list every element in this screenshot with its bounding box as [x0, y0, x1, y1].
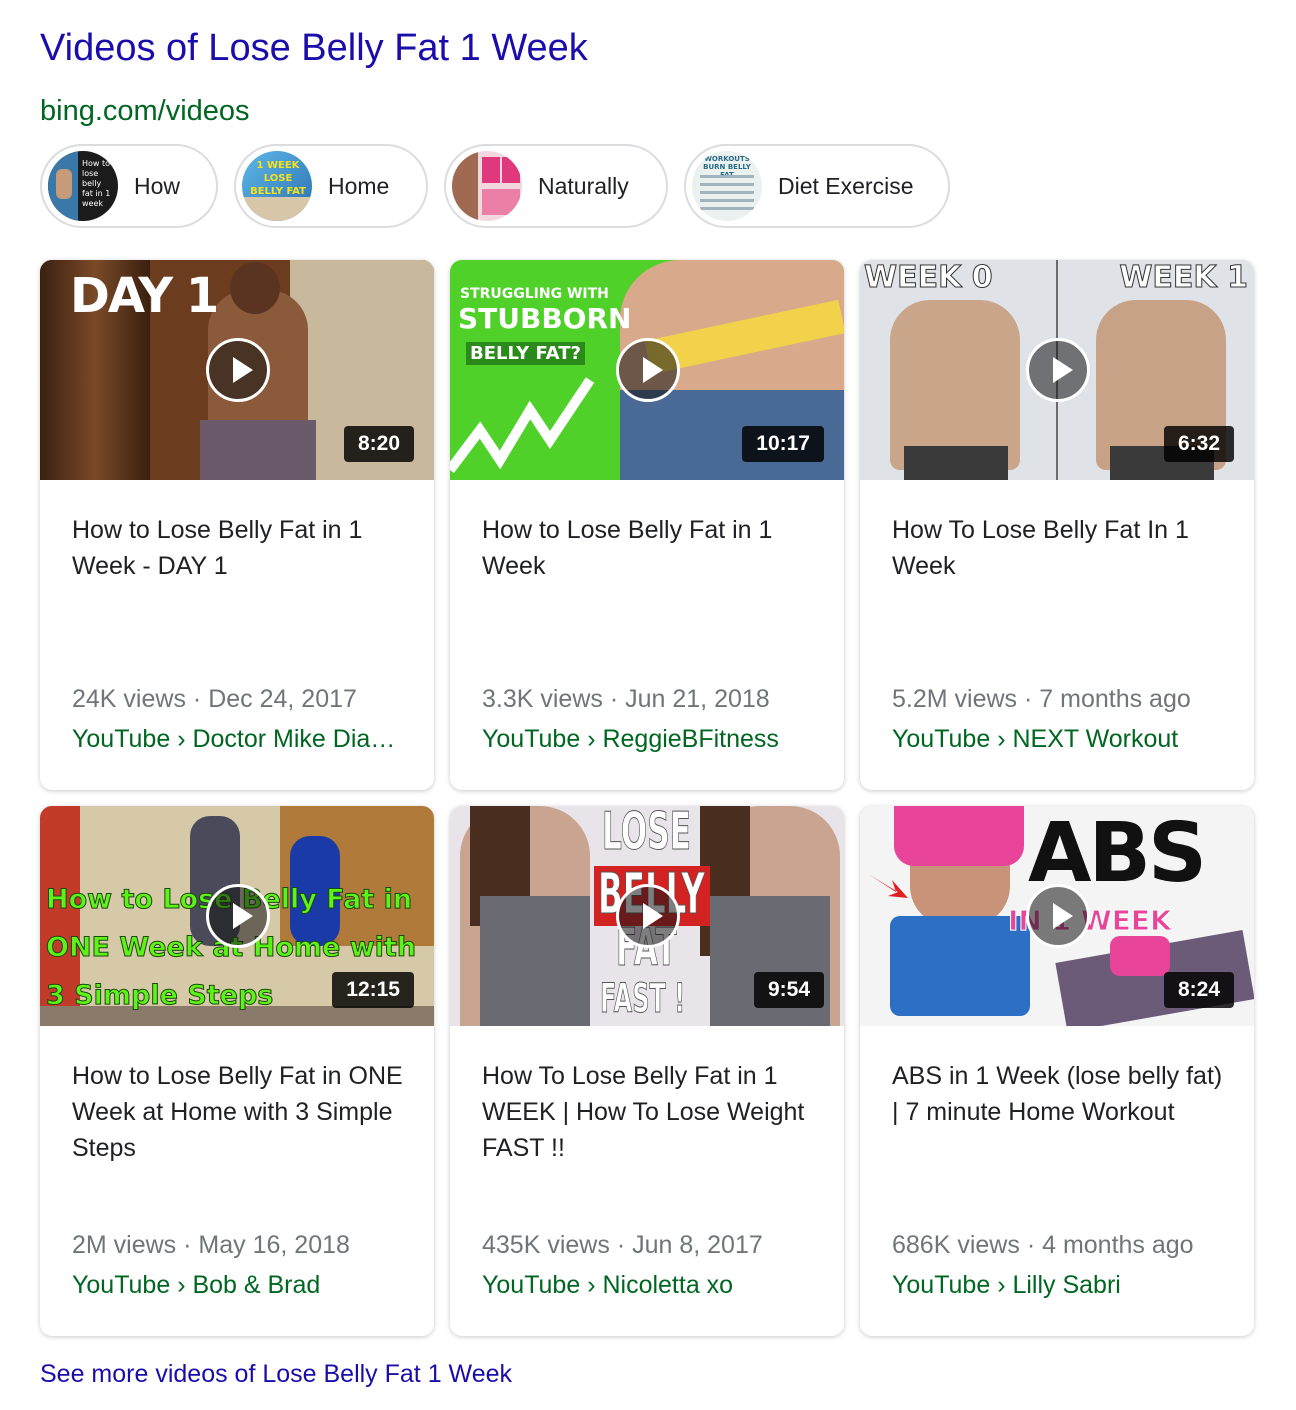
- play-icon: [206, 884, 270, 948]
- video-title: How To Lose Belly Fat in 1 WEEK | How To…: [482, 1062, 805, 1162]
- meta-separator: ·: [609, 685, 619, 713]
- thumb-overlay-text: 3 Simple Steps: [45, 980, 274, 1012]
- play-icon: [206, 338, 270, 402]
- thumb-overlay-text: DAY 1: [70, 268, 219, 324]
- video-meta: 24K views · Dec 24, 2017: [72, 684, 357, 714]
- video-channel: YouTube › Doctor Mike Dia…: [72, 725, 396, 753]
- upload-date: 7 months ago: [1039, 685, 1191, 713]
- video-duration: 8:20: [343, 426, 414, 462]
- video-channel: YouTube › Nicoletta xo: [482, 1271, 734, 1299]
- video-title: How To Lose Belly Fat In 1 Week: [892, 516, 1189, 580]
- chip-how[interactable]: How to lose belly fat in 1 week How: [40, 144, 218, 228]
- video-thumbnail[interactable]: STRUGGLING WITH STUBBORN BELLY FAT? 10:1…: [450, 260, 844, 480]
- chip-naturally-thumbnail: [452, 151, 522, 221]
- chip-diet-exercise-thumbnail: WORKOUTS BURN BELLY FAT: [692, 151, 762, 221]
- thumb-overlay-text: WEEK 0: [864, 260, 994, 296]
- chip-naturally[interactable]: Naturally: [444, 144, 668, 228]
- chip-diet-exercise-label: Diet Exercise: [778, 172, 914, 199]
- video-duration: 10:17: [742, 426, 824, 462]
- meta-separator: ·: [192, 685, 202, 713]
- video-thumbnail[interactable]: ABS IN 1 WEEK 8:24: [860, 806, 1254, 1026]
- play-icon: [1026, 338, 1090, 402]
- meta-separator: ·: [616, 1231, 626, 1259]
- play-icon: [1026, 884, 1090, 948]
- play-icon: [616, 338, 680, 402]
- video-meta: 3.3K views · Jun 21, 2018: [482, 684, 770, 714]
- thumb-overlay-text: STUBBORN: [458, 302, 632, 335]
- video-duration: 12:15: [332, 972, 414, 1008]
- upload-date: Jun 8, 2017: [632, 1231, 763, 1259]
- chip-home[interactable]: 1 WEEK LOSE BELLY FAT Home: [234, 144, 428, 228]
- video-channel: YouTube › NEXT Workout: [892, 725, 1179, 753]
- video-meta: 2M views · May 16, 2018: [72, 1230, 350, 1260]
- meta-separator: ·: [183, 1231, 192, 1259]
- video-channel: YouTube › ReggieBFitness: [482, 725, 779, 753]
- thumb-overlay-text: FAST !: [600, 976, 686, 1023]
- video-duration: 8:24: [1163, 972, 1234, 1008]
- video-card-4[interactable]: How to Lose Belly Fat in ONE Week at Hom…: [40, 806, 434, 1336]
- source-url: bing.com/videos: [40, 95, 250, 127]
- view-count: 2M views: [72, 1231, 177, 1259]
- chip-naturally-label: Naturally: [538, 172, 629, 199]
- video-channel: YouTube › Lilly Sabri: [892, 1271, 1121, 1299]
- video-card-3[interactable]: WEEK 0 WEEK 1 6:32 How To Lose Belly Fat…: [860, 260, 1254, 790]
- video-thumbnail[interactable]: WEEK 0 WEEK 1 6:32: [860, 260, 1254, 480]
- video-results-heading-link[interactable]: Videos of Lose Belly Fat 1 Week: [40, 26, 588, 70]
- thumb-overlay-text: WEEK 1: [1119, 260, 1249, 296]
- chip-diet-exercise[interactable]: WORKOUTS BURN BELLY FAT Diet Exercise: [684, 144, 950, 228]
- upload-date: Jun 21, 2018: [625, 685, 770, 713]
- video-meta: 435K views · Jun 8, 2017: [482, 1230, 763, 1260]
- video-card-6[interactable]: ABS IN 1 WEEK 8:24 ABS in 1 Week (lose b…: [860, 806, 1254, 1336]
- chip-how-label: How: [134, 172, 181, 199]
- meta-separator: ·: [1026, 1231, 1036, 1259]
- meta-separator: ·: [1024, 685, 1033, 713]
- upload-date: 4 months ago: [1042, 1231, 1194, 1259]
- video-card-5[interactable]: LOSE BELLY FAT FAST ! 9:54 How To Lose B…: [450, 806, 844, 1336]
- video-duration: 9:54: [753, 972, 824, 1008]
- play-icon: [616, 884, 680, 948]
- video-title: How to Lose Belly Fat in 1 Week - DAY 1: [72, 516, 363, 580]
- chip-how-thumb-text: How to lose belly fat in 1 week: [82, 159, 111, 208]
- zigzag-arrow-graphic: [450, 377, 595, 473]
- video-thumbnail[interactable]: How to Lose Belly Fat in ONE Week at Hom…: [40, 806, 434, 1026]
- view-count: 24K views: [72, 685, 186, 713]
- view-count: 3.3K views: [482, 685, 603, 713]
- video-card-2[interactable]: STRUGGLING WITH STUBBORN BELLY FAT? 10:1…: [450, 260, 844, 790]
- chip-home-thumbnail: 1 WEEK LOSE BELLY FAT: [242, 151, 312, 221]
- video-thumbnail[interactable]: LOSE BELLY FAT FAST ! 9:54: [450, 806, 844, 1026]
- video-title: ABS in 1 Week (lose belly fat) | 7 minut…: [892, 1062, 1223, 1126]
- video-meta: 686K views · 4 months ago: [892, 1230, 1194, 1260]
- thumb-overlay-text: BELLY FAT?: [466, 342, 585, 365]
- thumb-overlay-text: STRUGGLING WITH: [460, 286, 609, 302]
- video-title: How to Lose Belly Fat in ONE Week at Hom…: [72, 1062, 403, 1162]
- video-thumbnail[interactable]: DAY 1 8:20: [40, 260, 434, 480]
- thumb-overlay-text: LOSE: [602, 806, 692, 863]
- upload-date: Dec 24, 2017: [208, 685, 357, 713]
- view-count: 686K views: [892, 1231, 1020, 1259]
- video-duration: 6:32: [1163, 426, 1234, 462]
- video-card-1[interactable]: DAY 1 8:20 How to Lose Belly Fat in 1 We…: [40, 260, 434, 790]
- chip-home-label: Home: [328, 172, 390, 199]
- video-title: How to Lose Belly Fat in 1 Week: [482, 516, 773, 580]
- chip-home-thumb-text: 1 WEEK LOSE BELLY FAT: [250, 160, 306, 197]
- view-count: 435K views: [482, 1231, 610, 1259]
- chip-how-thumbnail: How to lose belly fat in 1 week: [48, 151, 118, 221]
- video-channel: YouTube › Bob & Brad: [72, 1271, 321, 1299]
- upload-date: May 16, 2018: [198, 1231, 350, 1259]
- video-meta: 5.2M views · 7 months ago: [892, 684, 1191, 714]
- red-arrow-icon: [868, 874, 908, 898]
- see-more-videos-link[interactable]: See more videos of Lose Belly Fat 1 Week: [40, 1358, 512, 1390]
- view-count: 5.2M views: [892, 685, 1018, 713]
